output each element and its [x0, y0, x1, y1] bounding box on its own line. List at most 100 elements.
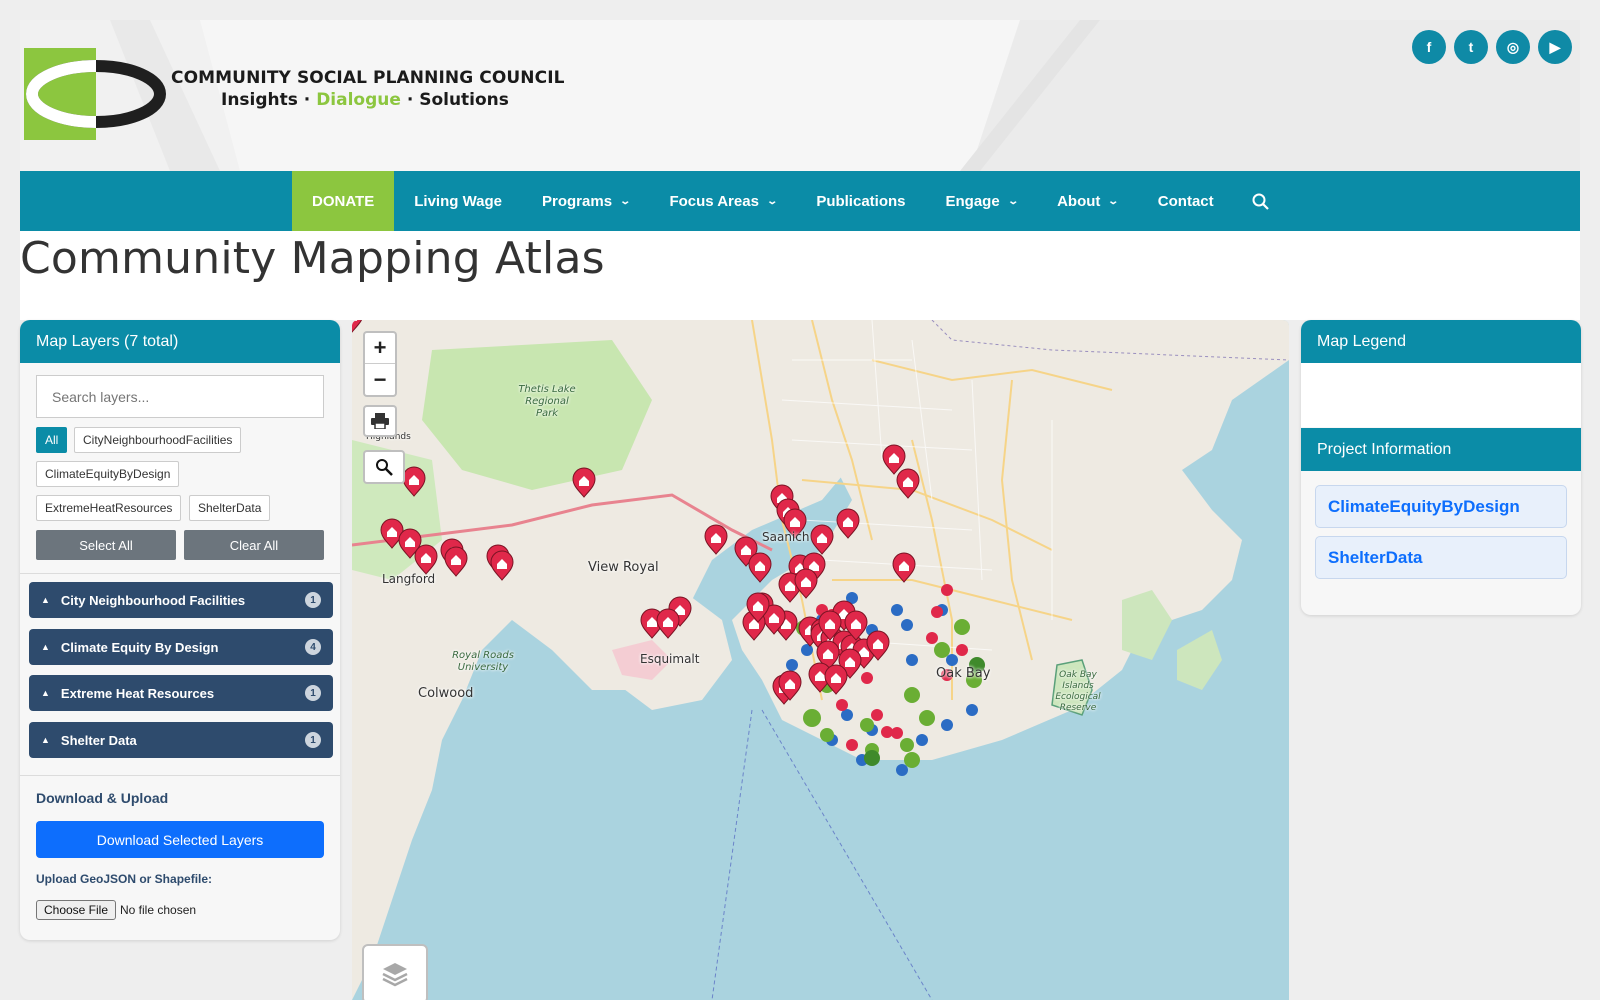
social-links: f t ◎ ▶ [1412, 30, 1572, 64]
zoom-out-button[interactable]: − [365, 364, 395, 395]
shelter-marker-icon[interactable] [414, 544, 438, 575]
shelter-marker-icon[interactable] [824, 664, 848, 695]
shelter-marker-icon[interactable] [704, 524, 728, 555]
expand-triangle-icon: ▲ [41, 595, 50, 605]
site-header: COMMUNITY SOCIAL PLANNING COUNCIL Insigh… [20, 20, 1580, 171]
expand-triangle-icon: ▲ [41, 688, 50, 698]
expand-triangle-icon: ▲ [41, 642, 50, 652]
zoom-in-button[interactable]: + [365, 333, 395, 364]
map-label-view-royal: View Royal [588, 560, 659, 575]
divider [20, 775, 340, 776]
map-label-langford: Langford [382, 572, 436, 586]
layer-count-badge: 1 [305, 685, 321, 701]
page-title: Community Mapping Atlas [20, 233, 605, 284]
logo-mark-icon [24, 48, 166, 140]
download-selected-layers-button[interactable]: Download Selected Layers [36, 821, 324, 858]
shelter-marker-icon[interactable] [490, 550, 514, 581]
file-status-text: No file chosen [120, 903, 197, 917]
map-label-oak-bay-islands: Oak Bay Islands Ecological Reserve [1055, 670, 1101, 713]
nav-contact[interactable]: Contact [1138, 171, 1234, 231]
expand-triangle-icon: ▲ [41, 735, 50, 745]
shelter-marker-icon[interactable] [748, 552, 772, 583]
layer-group-label: Extreme Heat Resources [60, 685, 215, 701]
select-all-button[interactable]: Select All [36, 530, 176, 560]
layer-group-climate-equity-by-design[interactable]: ▲ Climate Equity By Design 4 [29, 629, 333, 665]
map-layers-header: Map Layers (7 total) [20, 320, 340, 363]
site-logo[interactable]: COMMUNITY SOCIAL PLANNING COUNCIL Insigh… [24, 48, 565, 140]
layer-search-input[interactable] [36, 375, 324, 418]
chevron-down-icon: ⌄ [766, 195, 778, 207]
map-label-esquimalt: Esquimalt [640, 652, 700, 666]
nav-search-button[interactable] [1234, 171, 1287, 231]
layer-group-label: City Neighbourhood Facilities [60, 592, 246, 608]
project-information-header: Project Information [1301, 428, 1581, 471]
filter-chip-extreme-heat-resources[interactable]: ExtremeHeatResources [36, 495, 182, 521]
shelter-marker-icon[interactable] [794, 568, 818, 599]
filter-chip-city-neighbourhood-facilities[interactable]: CityNeighbourhoodFacilities [74, 427, 242, 453]
project-link-shelter-data[interactable]: ShelterData [1315, 536, 1567, 579]
layers-toggle-button[interactable] [362, 944, 428, 1000]
map-layers-panel: Map Layers (7 total) All CityNeighbourho… [20, 320, 340, 940]
nav-publications[interactable]: Publications [796, 171, 925, 231]
layer-count-badge: 1 [305, 732, 321, 748]
nav-focus-areas[interactable]: Focus Areas ⌄ [649, 171, 796, 231]
chevron-down-icon: ⌄ [619, 195, 632, 207]
twitter-icon[interactable]: t [1454, 30, 1488, 64]
shelter-marker-icon[interactable] [896, 468, 920, 499]
layers-icon [382, 963, 408, 987]
map-search-button[interactable] [363, 450, 405, 484]
map-legend-header: Map Legend [1301, 320, 1581, 363]
upload-label: Upload GeoJSON or Shapefile: [36, 872, 213, 886]
chevron-down-icon: ⌄ [1107, 195, 1120, 207]
chevron-down-icon: ⌄ [1007, 195, 1019, 207]
shelter-marker-icon[interactable] [882, 444, 906, 475]
layer-group-label: Shelter Data [60, 732, 137, 748]
search-icon [376, 459, 393, 476]
shelter-marker-icon[interactable] [810, 524, 834, 555]
layer-group-shelter-data[interactable]: ▲ Shelter Data 1 [29, 722, 333, 758]
map-label-thetis-lake: Thetis Lake Regional Park [518, 384, 576, 419]
search-icon [1252, 193, 1269, 210]
zoom-control: + − [363, 331, 397, 397]
instagram-icon[interactable]: ◎ [1496, 30, 1530, 64]
shelter-marker-icon[interactable] [892, 552, 916, 583]
shelter-marker-icon[interactable] [402, 466, 426, 497]
shelter-marker-icon[interactable] [836, 508, 860, 539]
filter-chip-all[interactable]: All [36, 427, 68, 453]
nav-about[interactable]: About ⌄ [1037, 171, 1138, 231]
layer-count-badge: 1 [305, 592, 321, 608]
nav-living-wage[interactable]: Living Wage [394, 171, 522, 231]
title-bar: Community Mapping Atlas [20, 231, 1580, 320]
shelter-marker-icon[interactable] [444, 546, 468, 577]
layer-count-badge: 4 [305, 639, 321, 655]
tagline: Insights · Dialogue · Solutions [221, 90, 509, 110]
map-label-royal-roads: Royal Roads University [452, 650, 514, 673]
map-label-colwood: Colwood [418, 686, 474, 701]
map-view[interactable]: View Royal Colwood Oak Bay Esquimalt Lan… [352, 320, 1289, 1000]
main-nav: DONATE Living Wage Programs ⌄ Focus Areas… [20, 171, 1580, 231]
clear-all-button[interactable]: Clear All [184, 530, 324, 560]
map-label-oak-bay: Oak Bay [936, 666, 991, 681]
org-name: COMMUNITY SOCIAL PLANNING COUNCIL [171, 68, 565, 88]
shelter-marker-icon[interactable] [352, 320, 363, 333]
nav-engage[interactable]: Engage ⌄ [926, 171, 1038, 231]
nav-donate[interactable]: DONATE [292, 171, 395, 231]
choose-file-button[interactable]: Choose File [36, 900, 116, 920]
shelter-marker-icon[interactable] [572, 467, 596, 498]
layer-group-city-neighbourhood-facilities[interactable]: ▲ City Neighbourhood Facilities 1 [29, 582, 333, 618]
project-link-climate-equity-by-design[interactable]: ClimateEquityByDesign [1315, 485, 1567, 528]
download-upload-heading: Download & Upload [36, 790, 169, 806]
nav-programs[interactable]: Programs ⌄ [522, 171, 649, 231]
printer-icon [371, 413, 389, 429]
divider [20, 573, 340, 574]
shelter-marker-icon[interactable] [656, 608, 680, 639]
youtube-icon[interactable]: ▶ [1538, 30, 1572, 64]
print-button[interactable] [363, 405, 397, 437]
map-label-saanich: Saanich [762, 530, 810, 544]
filter-chip-climate-equity-by-design[interactable]: ClimateEquityByDesign [36, 461, 180, 487]
layer-group-extreme-heat-resources[interactable]: ▲ Extreme Heat Resources 1 [29, 675, 333, 711]
filter-chip-shelter-data[interactable]: ShelterData [189, 495, 271, 521]
facebook-icon[interactable]: f [1412, 30, 1446, 64]
layer-group-label: Climate Equity By Design [60, 639, 219, 655]
legend-body [1301, 363, 1581, 427]
